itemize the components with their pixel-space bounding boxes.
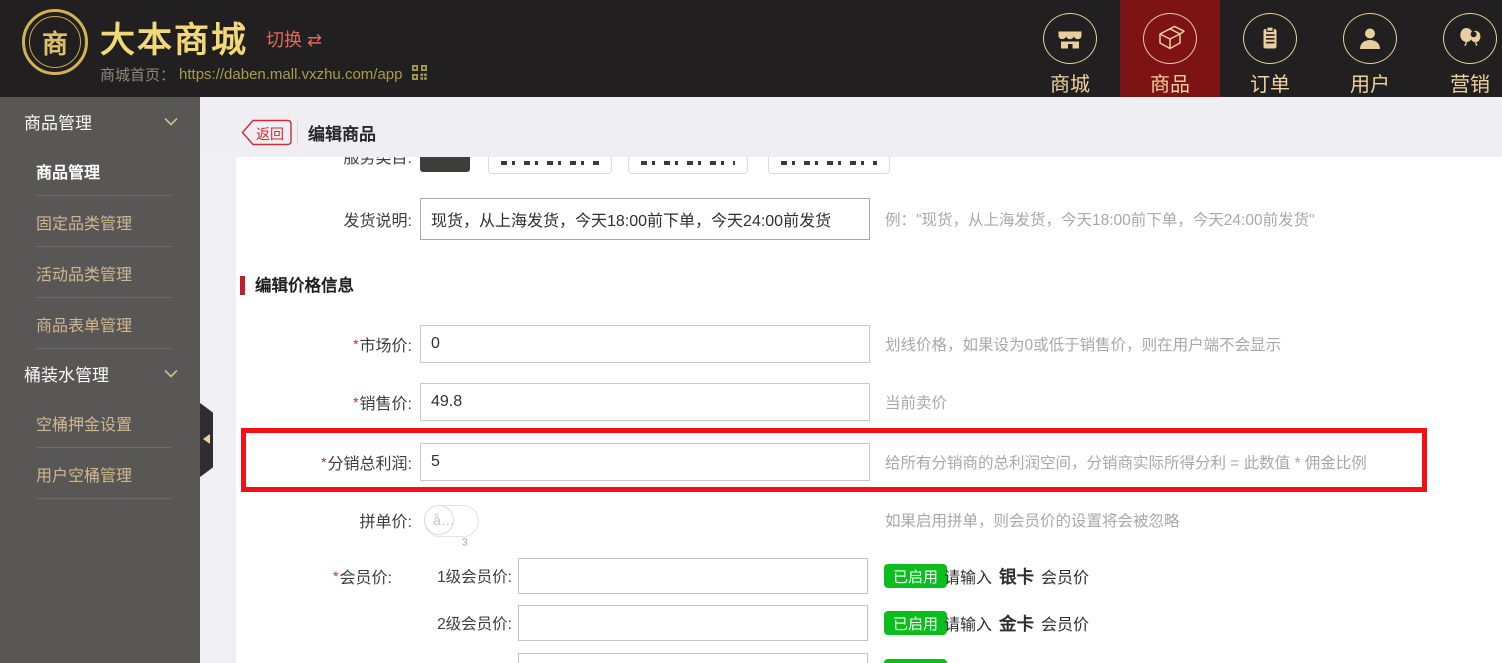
sale-price-hint: 当前卖价 [885, 395, 948, 412]
homepage-url[interactable]: https://daben.mall.vxzhu.com/app [179, 66, 402, 83]
required-asterisk: * [353, 394, 359, 410]
shipping-note-input[interactable] [420, 198, 870, 240]
group-buy-price-label: 拼单价: [359, 514, 412, 531]
storefront-icon [1043, 13, 1097, 64]
status-badge-enabled: 已启用 [884, 564, 948, 588]
collapse-left-icon [203, 434, 210, 444]
service-category-option[interactable] [628, 157, 748, 174]
homepage-label: 商城首页： [100, 67, 176, 84]
top-navigation: 商城 商品 订单 用户 营销 [1020, 0, 1502, 97]
shop-title: 大本商城 [100, 21, 249, 60]
sidebar: 商品管理 商品管理 固定品类管理 活动品类管理 商品表单管理 桶装水管理 空桶押… [0, 97, 200, 663]
breadcrumb-strip: 返回 编辑商品 [200, 97, 1502, 157]
sidebar-group-bottled-water[interactable]: 桶装水管理 [0, 349, 200, 397]
distribution-profit-input[interactable] [420, 443, 870, 481]
market-price-hint: 划线价格，如果设为0或低于销售价，则在用户端不会显示 [885, 337, 1282, 354]
sidebar-item-label: 用户空桶管理 [36, 467, 133, 485]
logo-seal-char: 商 [41, 29, 68, 59]
sidebar-item-user-empty-bucket[interactable]: 用户空桶管理 [0, 448, 200, 499]
toggle-overflow-text: ³ [462, 535, 468, 554]
service-category-option[interactable] [488, 157, 612, 174]
member-price-label: * 会员价: [333, 568, 392, 587]
back-button-label: 返回 [256, 126, 284, 142]
nav-item-users[interactable]: 用户 [1320, 0, 1420, 97]
clipped-text-fragment [781, 161, 877, 165]
service-category-selected-chip[interactable] [420, 157, 470, 172]
sidebar-item-label: 商品表单管理 [36, 317, 133, 335]
member-level2-hint: 请输入 金卡 会员价 [944, 605, 1089, 641]
status-badge-enabled: 已启用 [884, 659, 948, 663]
sale-price-input[interactable] [420, 383, 870, 421]
chevron-down-icon [164, 111, 178, 131]
sidebar-item-product-form[interactable]: 商品表单管理 [0, 298, 200, 349]
nav-label: 商品 [1150, 74, 1190, 96]
shipping-note-hint: 例："现货，从上海发货，今天18:00前下单，今天24:00前发货" [885, 212, 1315, 229]
section-accent-bar [240, 276, 245, 295]
required-asterisk: * [333, 568, 339, 584]
edit-product-form: 服务类目: 发货说明: 例："现货，从上海发货，今天18:00前下单，今天24:… [236, 157, 1502, 663]
switch-shop-link[interactable]: 切换 ⇄ [266, 26, 322, 52]
market-price-label: * 市场价: [353, 336, 412, 355]
sidebar-collapse-handle[interactable] [200, 403, 213, 477]
order-list-icon [1243, 13, 1297, 64]
sidebar-group-label: 商品管理 [24, 113, 92, 133]
back-button[interactable]: 返回 [240, 119, 293, 146]
clipped-text-fragment [641, 161, 735, 165]
nav-label: 营销 [1450, 74, 1490, 96]
distribution-profit-label: * 分销总利润: [321, 454, 412, 473]
service-category-option[interactable] [768, 157, 890, 174]
nav-item-orders[interactable]: 订单 [1220, 0, 1320, 97]
nav-label: 用户 [1350, 74, 1390, 96]
nav-item-mall[interactable]: 商城 [1020, 0, 1120, 97]
shop-logo: 商 [22, 9, 88, 75]
price-section-title: 编辑价格信息 [255, 277, 354, 295]
package-icon [1143, 13, 1197, 64]
page-title: 编辑商品 [308, 125, 376, 144]
balloons-icon [1443, 13, 1497, 64]
sidebar-item-product-management[interactable]: 商品管理 [0, 145, 200, 196]
member-level1-input[interactable] [518, 558, 868, 594]
status-badge-enabled: 已启用 [884, 611, 948, 635]
member-level1-hint: 请输入 银卡 会员价 [944, 558, 1089, 594]
qr-code-icon[interactable] [412, 65, 428, 84]
sidebar-group-product-management[interactable]: 商品管理 [0, 97, 200, 145]
nav-item-products[interactable]: 商品 [1120, 0, 1220, 97]
nav-item-marketing[interactable]: 营销 [1420, 0, 1502, 97]
market-price-input[interactable] [420, 325, 870, 363]
shop-homepage-line: 商城首页： https://daben.mall.vxzhu.com/app [100, 64, 428, 85]
sidebar-item-label: 固定品类管理 [36, 215, 133, 233]
clipped-text-fragment [501, 161, 599, 165]
member-level2-label: 2级会员价: [437, 616, 512, 633]
required-asterisk: * [353, 336, 359, 352]
card-name-emphasis: 银卡 [999, 566, 1035, 587]
user-icon [1343, 13, 1397, 64]
group-buy-toggle[interactable]: å… [424, 505, 479, 537]
top-header: 商 大本商城 切换 ⇄ 商城首页： https://daben.mall.vxz… [0, 0, 1502, 97]
member-level3-input[interactable] [518, 653, 868, 663]
member-level1-label: 1级会员价: [437, 569, 512, 586]
card-name-emphasis: 金卡 [999, 613, 1035, 634]
sidebar-item-fixed-category[interactable]: 固定品类管理 [0, 196, 200, 247]
sale-price-label: * 销售价: [353, 394, 412, 413]
sidebar-item-label: 商品管理 [36, 164, 101, 182]
admin-page: 商 大本商城 切换 ⇄ 商城首页： https://daben.mall.vxz… [0, 0, 1502, 663]
member-level2-input[interactable] [518, 605, 868, 641]
divider [297, 121, 298, 144]
shipping-note-label: 发货说明: [343, 213, 412, 230]
toggle-state-text: å… [433, 512, 455, 528]
sidebar-item-activity-category[interactable]: 活动品类管理 [0, 247, 200, 298]
required-asterisk: * [321, 454, 327, 470]
sidebar-item-label: 活动品类管理 [36, 266, 133, 284]
sidebar-group-label: 桶装水管理 [24, 365, 109, 385]
service-category-label: 服务类目: [343, 157, 412, 167]
sidebar-item-empty-bucket-deposit[interactable]: 空桶押金设置 [0, 397, 200, 448]
nav-label: 商城 [1050, 74, 1090, 96]
distribution-profit-hint: 给所有分销商的总利润空间，分销商实际所得分利 = 此数值 * 佣金比例 [885, 455, 1367, 472]
sidebar-item-label: 空桶押金设置 [36, 416, 133, 434]
chevron-down-icon [164, 363, 178, 383]
nav-label: 订单 [1250, 74, 1290, 96]
group-buy-hint: 如果启用拼单，则会员价的设置将会被忽略 [885, 513, 1180, 530]
